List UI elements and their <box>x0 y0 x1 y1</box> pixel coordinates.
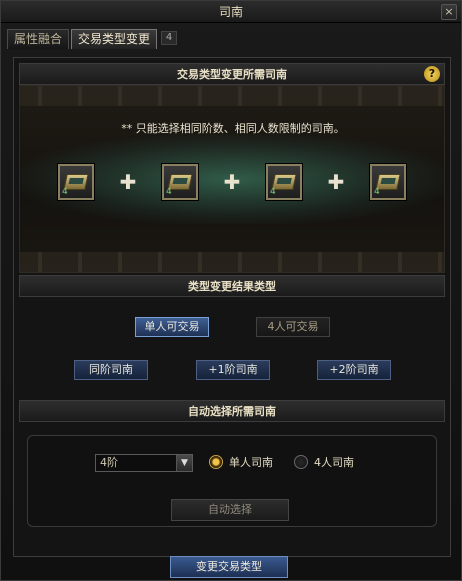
single-sinan-radio[interactable] <box>209 455 223 469</box>
plus2-tier-button[interactable]: +2阶司南 <box>317 360 391 380</box>
sinan-window: 司南 × 属性融合 交易类型变更 4 交易类型变更所需司南 ? ** 只能选择相… <box>0 0 462 581</box>
tab-trade-type-change[interactable]: 交易类型变更 <box>71 29 158 49</box>
auto-section-header: 自动选择所需司南 <box>19 400 445 422</box>
plus-icon: ✚ <box>223 170 241 194</box>
auto-select-button[interactable]: 自动选择 <box>171 499 289 521</box>
chevron-down-icon[interactable]: ▼ <box>176 455 192 471</box>
four-player-sinan-radio[interactable] <box>294 455 308 469</box>
required-section-header: 交易类型变更所需司南 ? <box>19 63 445 85</box>
sinan-slot-4[interactable]: 4 <box>370 164 406 200</box>
sinan-slot-3[interactable]: 4 <box>266 164 302 200</box>
plus1-tier-button[interactable]: +1阶司南 <box>196 360 270 380</box>
tab-badge: 4 <box>161 31 177 45</box>
same-tier-button[interactable]: 同阶司南 <box>74 360 148 380</box>
single-sinan-label: 单人司南 <box>229 456 273 469</box>
window-titlebar[interactable]: 司南 × <box>1 1 461 23</box>
result-section-header: 类型变更结果类型 <box>19 275 445 297</box>
result-section-title: 类型变更结果类型 <box>188 280 276 293</box>
slot-tier: 4 <box>270 187 276 197</box>
tier-select-value: 4阶 <box>100 456 118 469</box>
close-icon: × <box>444 5 454 18</box>
window-title: 司南 <box>218 5 243 19</box>
tab-bar: 属性融合 交易类型变更 <box>7 29 158 49</box>
change-trade-type-button[interactable]: 变更交易类型 <box>170 556 288 578</box>
required-notice: ** 只能选择相同阶数、相同人数限制的司南。 <box>121 122 345 135</box>
plus-icon: ✚ <box>327 170 345 194</box>
single-tradable-button[interactable]: 单人可交易 <box>135 317 209 337</box>
tier-select[interactable]: 4阶 ▼ <box>95 454 193 472</box>
ornament-bottom <box>20 252 444 272</box>
slot-tier: 4 <box>374 187 380 197</box>
tab-attribute-fusion[interactable]: 属性融合 <box>7 29 70 49</box>
plus-icon: ✚ <box>119 170 137 194</box>
four-player-tradable-button[interactable]: 4人可交易 <box>256 317 330 337</box>
sinan-slot-1[interactable]: 4 <box>58 164 94 200</box>
close-button[interactable]: × <box>441 4 457 20</box>
help-icon[interactable]: ? <box>424 66 440 82</box>
required-slots-banner: ** 只能选择相同阶数、相同人数限制的司南。 4 ✚ 4 ✚ 4 ✚ 4 <box>19 85 445 273</box>
auto-section-title: 自动选择所需司南 <box>188 405 276 418</box>
sinan-slot-2[interactable]: 4 <box>162 164 198 200</box>
slot-tier: 4 <box>166 187 172 197</box>
four-player-sinan-label: 4人司南 <box>314 456 354 469</box>
slot-tier: 4 <box>62 187 68 197</box>
required-section-title: 交易类型变更所需司南 <box>177 68 287 81</box>
ornament-top <box>20 86 444 106</box>
